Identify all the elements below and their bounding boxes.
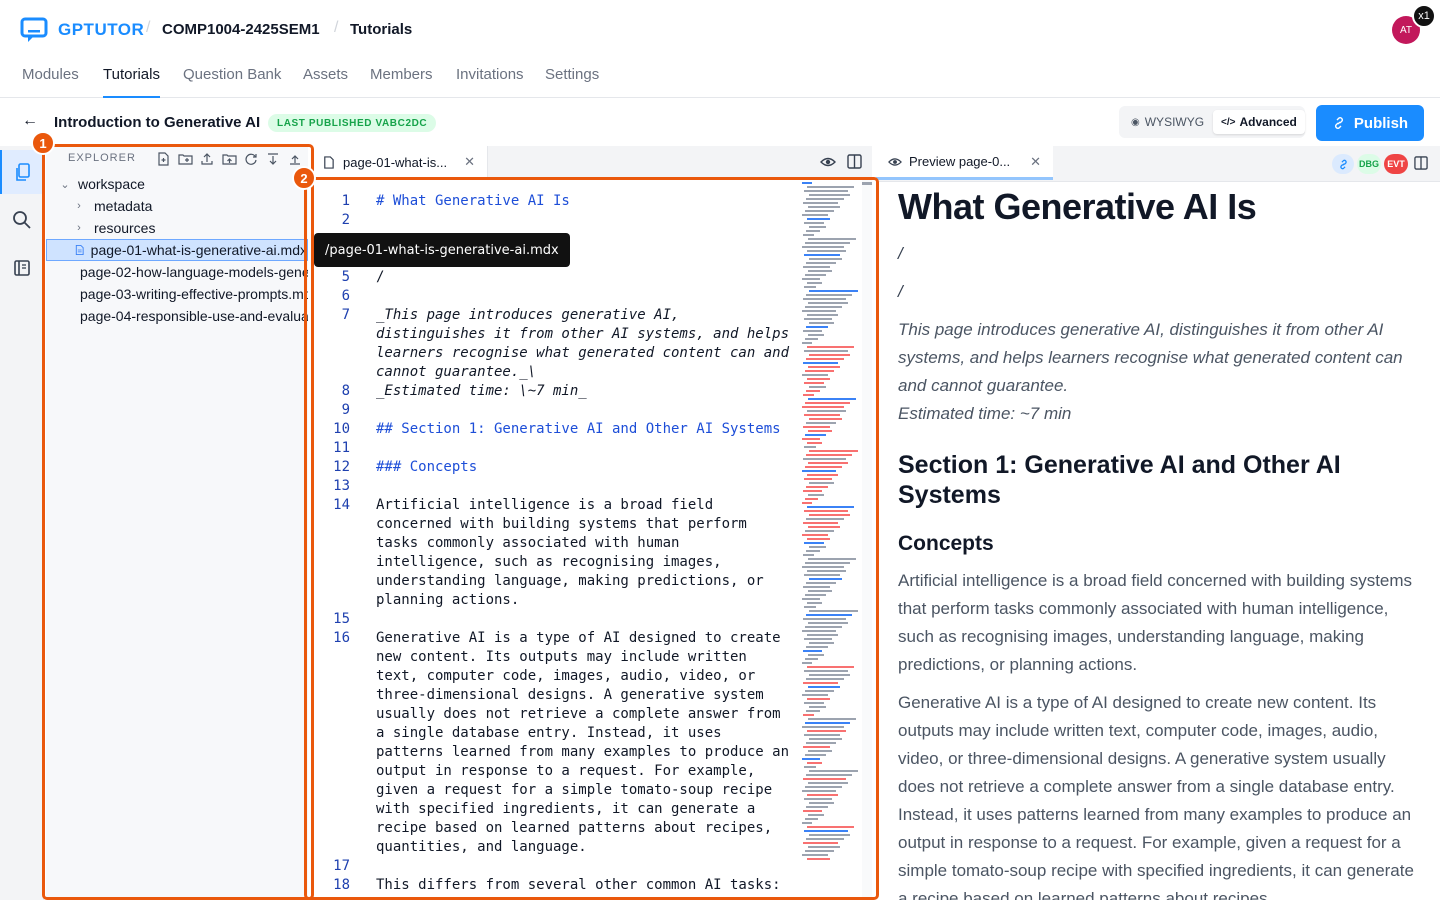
preview-paragraph: Generative AI is a type of AI designed t… <box>898 693 1414 900</box>
notification-badge: x1 <box>1412 4 1436 28</box>
preview-tab[interactable]: Preview page-0... ✕ <box>876 146 1053 180</box>
chat-logo-icon <box>20 17 48 42</box>
tab-members[interactable]: Members <box>370 66 433 98</box>
breadcrumb-separator: / <box>334 19 339 36</box>
annotation-box-explorer <box>42 144 314 900</box>
page-title: Introduction to Generative AI <box>54 114 261 131</box>
back-arrow-icon[interactable]: ← <box>22 112 38 130</box>
preview-heading-3: Concepts <box>898 532 994 555</box>
preview-estimated-time: Estimated time: ~7 min <box>898 404 1072 423</box>
debug-pill[interactable]: DBG <box>1357 154 1381 174</box>
breadcrumb-course[interactable]: COMP1004-2425SEM1 <box>162 21 320 38</box>
book-icon <box>14 260 30 276</box>
wysiwyg-mode-button[interactable]: ◉ WYSIWYG <box>1123 110 1212 134</box>
tab-modules[interactable]: Modules <box>22 66 79 98</box>
preview-heading-2: Section 1: Generative AI and Other AI Sy… <box>898 451 1341 509</box>
book-activity-button[interactable] <box>0 246 44 290</box>
preview-pane: What Generative AI Is / / This page intr… <box>876 182 1440 900</box>
logo[interactable]: GPTUTOR <box>20 16 144 44</box>
publish-label: Publish <box>1353 114 1409 132</box>
preview-slash: / <box>898 244 903 263</box>
preview-intro: This page introduces generative AI, dist… <box>898 316 1418 428</box>
link-pill-icon[interactable] <box>1332 154 1354 174</box>
close-icon[interactable]: ✕ <box>1030 154 1041 170</box>
top-bar: GPTUTOR / COMP1004-2425SEM1 / Tutorials … <box>0 0 1440 58</box>
events-pill[interactable]: EVT <box>1384 154 1408 174</box>
files-icon <box>16 163 30 181</box>
document-bar: ← Introduction to Generative AI LAST PUB… <box>0 98 1440 146</box>
tab-invitations[interactable]: Invitations <box>456 66 524 98</box>
status-badge: LAST PUBLISHED VABC2DC <box>268 114 437 132</box>
editor-mode-toggle: ◉ WYSIWYG </> Advanced <box>1119 106 1305 138</box>
preview-intro-text: This page introduces generative AI, dist… <box>898 320 1403 395</box>
publish-button[interactable]: Publish <box>1316 105 1424 141</box>
preview-tab-label: Preview page-0... <box>909 154 1011 169</box>
breadcrumb-tutorials[interactable]: Tutorials <box>350 21 412 38</box>
search-icon <box>13 211 31 229</box>
preview-tab-bar: Preview page-0... ✕ DBG EVT <box>876 146 1440 182</box>
explorer-activity-button[interactable] <box>0 150 44 194</box>
search-activity-button[interactable] <box>0 198 44 242</box>
split-view-icon[interactable] <box>847 154 862 174</box>
main-nav: Modules Tutorials Question Bank Assets M… <box>0 58 1440 98</box>
activity-bar <box>0 146 44 900</box>
eye-icon: ◉ <box>1131 116 1140 128</box>
advanced-mode-button[interactable]: </> Advanced <box>1213 110 1305 134</box>
editor-tab-page-01[interactable]: page-01-what-is... ✕ <box>312 146 488 178</box>
annotation-number: 1 <box>31 131 55 155</box>
annotation-number: 2 <box>292 166 316 190</box>
close-icon[interactable]: ✕ <box>464 154 475 170</box>
tab-assets[interactable]: Assets <box>303 66 348 98</box>
tab-tutorials[interactable]: Tutorials <box>103 66 160 98</box>
file-icon <box>324 155 334 169</box>
split-view-icon[interactable] <box>1414 156 1428 175</box>
tab-question-bank[interactable]: Question Bank <box>183 66 281 98</box>
wysiwyg-label: WYSIWYG <box>1144 115 1205 129</box>
eye-icon <box>888 157 902 166</box>
annotation-box-editor <box>304 177 879 900</box>
eye-icon[interactable] <box>820 154 836 175</box>
breadcrumb-separator: / <box>146 19 151 36</box>
tab-settings[interactable]: Settings <box>545 66 599 98</box>
logo-text: GPTUTOR <box>58 20 145 39</box>
preview-heading-1: What Generative AI Is <box>898 186 1257 227</box>
code-icon: </> <box>1221 116 1236 128</box>
preview-slash: / <box>898 282 903 301</box>
editor-tab-label: page-01-what-is... <box>343 154 448 170</box>
link-icon <box>1334 117 1343 129</box>
editor-tab-bar: page-01-what-is... ✕ <box>312 146 872 178</box>
preview-paragraph: Artificial intelligence is a broad field… <box>898 571 1413 674</box>
advanced-label: Advanced <box>1239 115 1297 129</box>
